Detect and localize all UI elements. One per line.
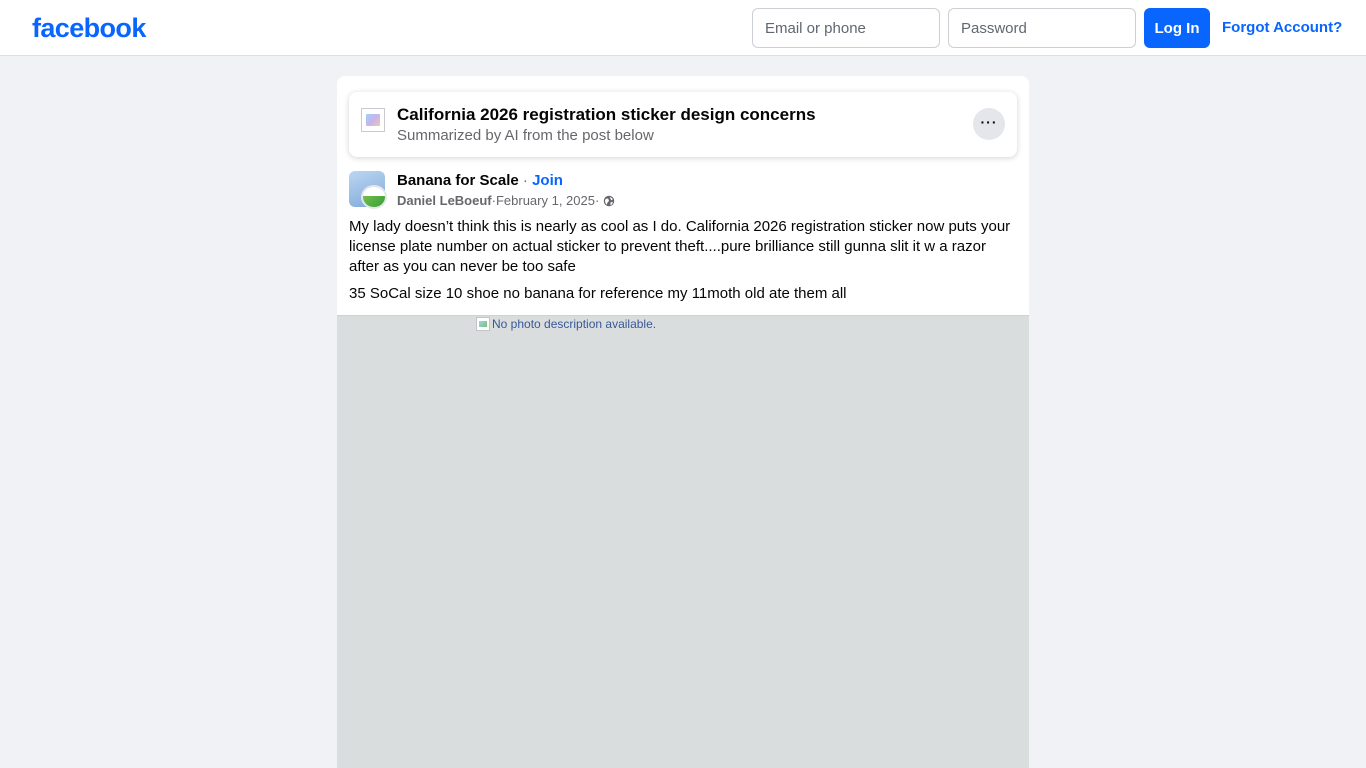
author-name-link[interactable]: Daniel LeBoeuf (397, 193, 492, 209)
top-navigation-bar: facebook Log In Forgot Account? (0, 0, 1366, 56)
post-meta: Daniel LeBoeuf · February 1, 2025 · (397, 193, 615, 209)
separator: · (594, 193, 600, 208)
broken-image-icon (476, 317, 490, 331)
photo-alt-text: No photo description available. (476, 316, 656, 332)
group-name-link[interactable]: Banana for Scale (397, 172, 519, 189)
more-dots-icon: ··· (980, 114, 998, 130)
separator: · (518, 172, 533, 189)
summary-title: California 2026 registration sticker des… (397, 105, 816, 124)
post-date-link[interactable]: February 1, 2025 (496, 193, 595, 209)
facebook-logo[interactable]: facebook (32, 12, 146, 44)
group-avatar[interactable] (349, 171, 389, 211)
ai-summary-card[interactable]: California 2026 registration sticker des… (349, 92, 1017, 157)
summary-subtitle: Summarized by AI from the post below (397, 127, 654, 144)
group-header: Banana for Scale · Join (397, 172, 563, 190)
forgot-account-link[interactable]: Forgot Account? (1222, 18, 1342, 38)
post-card: California 2026 registration sticker des… (337, 76, 1029, 768)
globe-icon (604, 195, 615, 207)
post-body-text-2: 35 SoCal size 10 shoe no banana for refe… (349, 285, 847, 302)
login-button[interactable]: Log In (1144, 8, 1210, 48)
join-group-link[interactable]: Join (532, 172, 563, 189)
email-field[interactable] (752, 8, 940, 48)
post-photo[interactable]: No photo description available. (337, 315, 1029, 768)
more-options-button[interactable]: ··· (973, 108, 1005, 140)
photo-alt-label: No photo description available. (492, 317, 657, 331)
summary-image-icon (361, 108, 385, 132)
password-field[interactable] (948, 8, 1136, 48)
post-body-text: My lady doesn’t think this is nearly as … (349, 218, 1011, 275)
